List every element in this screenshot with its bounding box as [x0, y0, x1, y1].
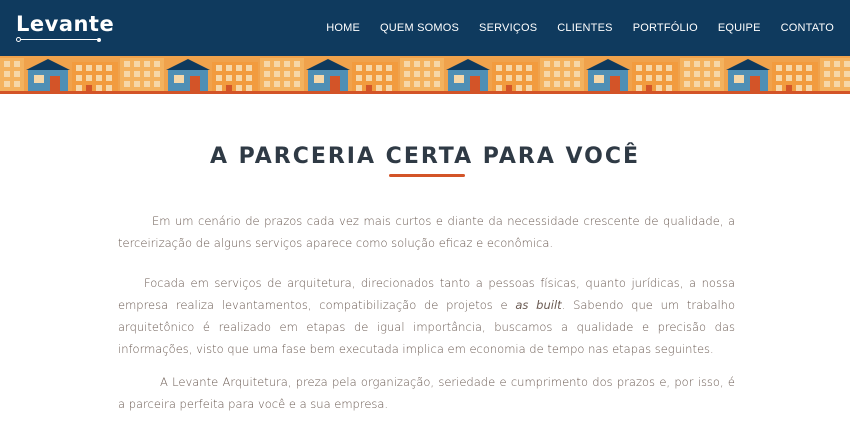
levante-logo[interactable]: Levante	[16, 14, 114, 44]
nav-clientes[interactable]: CLIENTES	[557, 22, 612, 34]
logo-underline-graphic	[16, 37, 114, 42]
nav-servicos[interactable]: SERVIÇOS	[479, 22, 537, 34]
buildings-illustration-banner	[0, 56, 850, 94]
buildings-pattern-image	[0, 56, 850, 94]
nav-home[interactable]: HOME	[326, 22, 360, 34]
paragraph-closing: A Levante Arquitetura, preza pela organi…	[118, 375, 735, 411]
nav-contato[interactable]: CONTATO	[781, 22, 834, 34]
section-headline: A PARCERIA CERTA PARA VOCÊ	[209, 144, 641, 169]
top-navigation-bar: Levante HOME QUEM SOMOS SERVIÇOS CLIENTE…	[0, 0, 850, 56]
main-menu: HOME QUEM SOMOS SERVIÇOS CLIENTES PORTFÓ…	[306, 0, 834, 56]
nav-portfolio[interactable]: PORTFÓLIO	[633, 22, 698, 34]
headline-accent-underline	[389, 174, 465, 177]
paragraph-intro: Em um cenário de prazos cada vez mais cu…	[118, 214, 735, 250]
nav-equipe[interactable]: EQUIPE	[718, 22, 761, 34]
about-section: A PARCERIA CERTA PARA VOCÊ Em um cenário…	[0, 94, 850, 425]
nav-quem-somos[interactable]: QUEM SOMOS	[380, 22, 459, 34]
logo-text: Levante	[16, 12, 115, 36]
paragraph-services: Focada em serviços de arquitetura, direc…	[118, 276, 736, 356]
